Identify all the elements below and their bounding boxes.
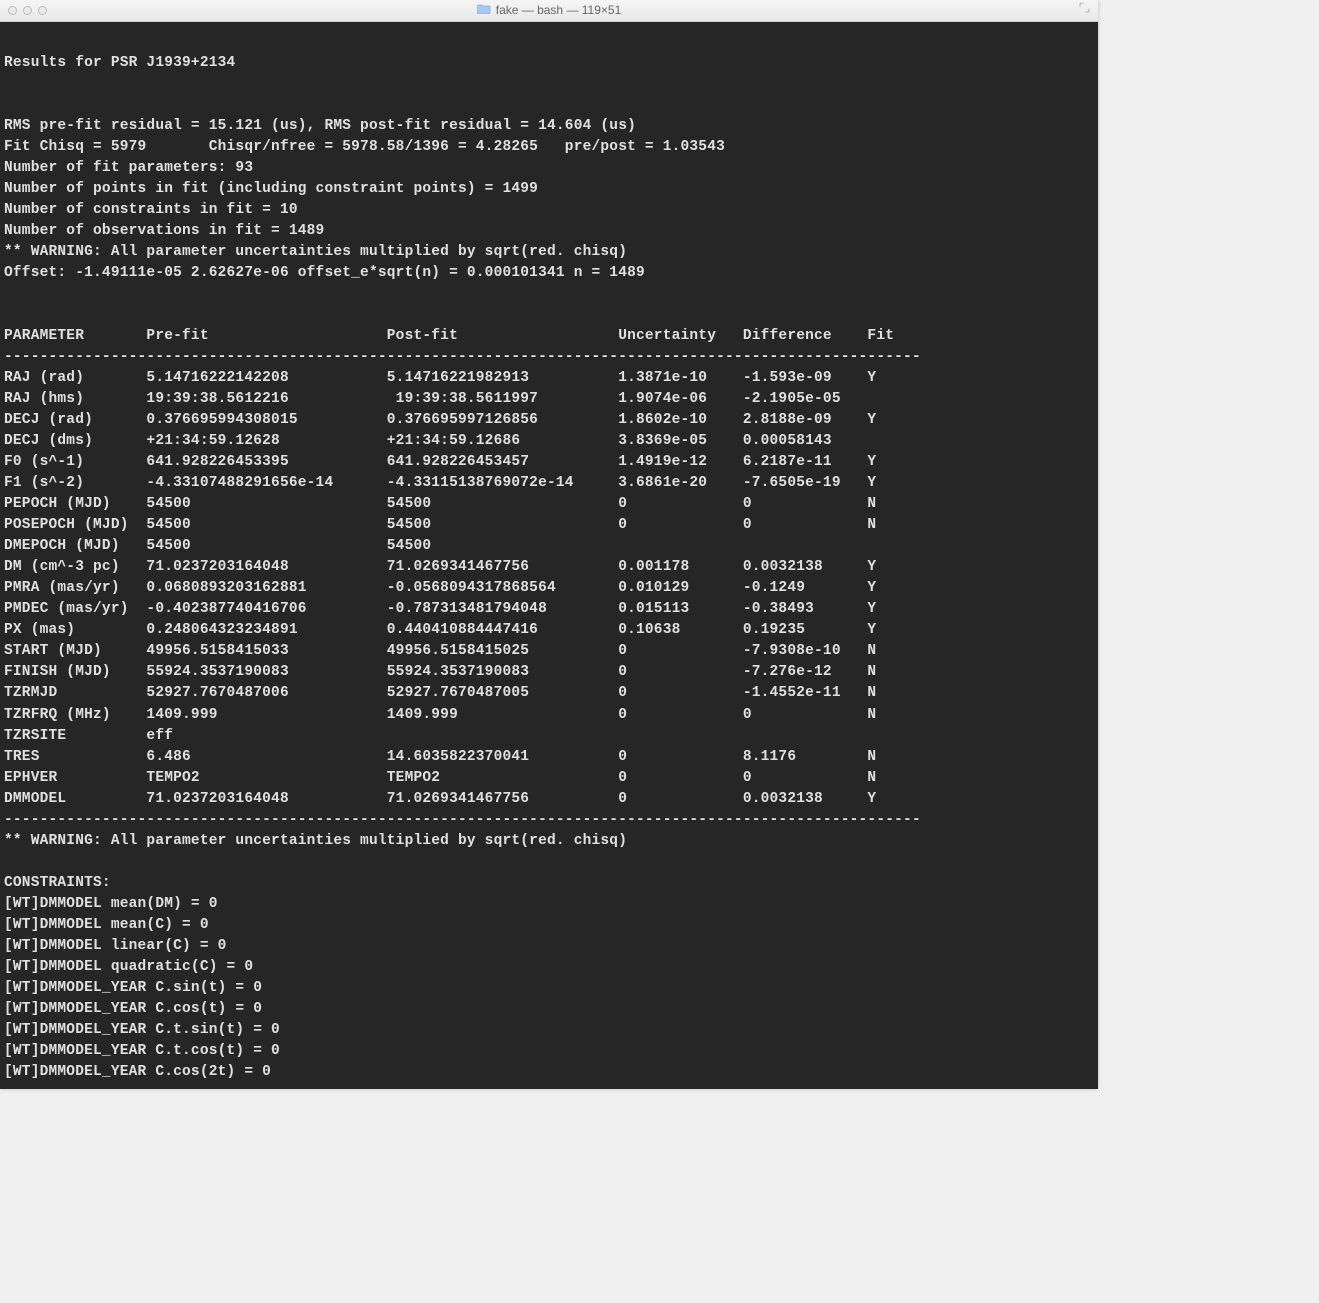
terminal-line — [4, 95, 1094, 116]
terminal-line: [WT]DMMODEL quadratic(C) = 0 — [4, 957, 1094, 978]
titlebar[interactable]: fake — bash — 119×51 — [0, 0, 1098, 22]
terminal-line: [WT]DMMODEL_YEAR C.t.cos(t) = 0 — [4, 1041, 1094, 1062]
terminal-line: TZRFRQ (MHz) 1409.999 1409.999 0 0 N — [4, 705, 1094, 726]
terminal-line: DECJ (dms) +21:34:59.12628 +21:34:59.126… — [4, 431, 1094, 452]
folder-icon — [477, 2, 491, 19]
terminal-line: CONSTRAINTS: — [4, 873, 1094, 894]
terminal-line: Number of fit parameters: 93 — [4, 158, 1094, 179]
terminal-line: START (MJD) 49956.5158415033 49956.51584… — [4, 641, 1094, 662]
terminal-line: DM (cm^-3 pc) 71.0237203164048 71.026934… — [4, 557, 1094, 578]
terminal-line: [WT]DMMODEL linear(C) = 0 — [4, 936, 1094, 957]
titlebar-title: fake — bash — 119×51 — [0, 2, 1098, 19]
terminal-content[interactable]: Results for PSR J1939+2134 RMS pre-fit re… — [0, 22, 1098, 1089]
terminal-line: PX (mas) 0.248064323234891 0.44041088444… — [4, 620, 1094, 641]
terminal-line: RAJ (rad) 5.14716222142208 5.14716221982… — [4, 368, 1094, 389]
terminal-line — [4, 284, 1094, 305]
window-title-text: fake — bash — 119×51 — [496, 2, 622, 19]
minimize-icon[interactable] — [23, 6, 32, 15]
terminal-line — [4, 32, 1094, 53]
terminal-line: PEPOCH (MJD) 54500 54500 0 0 N — [4, 494, 1094, 515]
terminal-line: [WT]DMMODEL_YEAR C.t.sin(t) = 0 — [4, 1020, 1094, 1041]
terminal-line: Offset: -1.49111e-05 2.62627e-06 offset_… — [4, 263, 1094, 284]
terminal-line: [WT]DMMODEL mean(C) = 0 — [4, 915, 1094, 936]
terminal-line: Number of observations in fit = 1489 — [4, 221, 1094, 242]
terminal-line: TRES 6.486 14.6035822370041 0 8.1176 N — [4, 747, 1094, 768]
terminal-line: PMDEC (mas/yr) -0.402387740416706 -0.787… — [4, 599, 1094, 620]
terminal-line — [4, 305, 1094, 326]
terminal-window: fake — bash — 119×51 Results for PSR J19… — [0, 0, 1098, 1089]
terminal-line: FINISH (MJD) 55924.3537190083 55924.3537… — [4, 662, 1094, 683]
terminal-line: DMMODEL 71.0237203164048 71.026934146775… — [4, 789, 1094, 810]
terminal-line: RAJ (hms) 19:39:38.5612216 19:39:38.5611… — [4, 389, 1094, 410]
terminal-line: Fit Chisq = 5979 Chisqr/nfree = 5978.58/… — [4, 137, 1094, 158]
terminal-line: F1 (s^-2) -4.33107488291656e-14 -4.33115… — [4, 473, 1094, 494]
terminal-line: DMEPOCH (MJD) 54500 54500 — [4, 536, 1094, 557]
terminal-line: TZRMJD 52927.7670487006 52927.7670487005… — [4, 683, 1094, 704]
terminal-line: EPHVER TEMPO2 TEMPO2 0 0 N — [4, 768, 1094, 789]
terminal-line: Number of points in fit (including const… — [4, 179, 1094, 200]
close-icon[interactable] — [8, 6, 17, 15]
window-controls — [8, 6, 47, 15]
terminal-line: DECJ (rad) 0.376695994308015 0.376695997… — [4, 410, 1094, 431]
terminal-line: PARAMETER Pre-fit Post-fit Uncertainty D… — [4, 326, 1094, 347]
terminal-line: [WT]DMMODEL mean(DM) = 0 — [4, 894, 1094, 915]
terminal-line: ** WARNING: All parameter uncertainties … — [4, 831, 1094, 852]
terminal-line: ** WARNING: All parameter uncertainties … — [4, 242, 1094, 263]
terminal-line: [WT]DMMODEL_YEAR C.cos(2t) = 0 — [4, 1062, 1094, 1083]
terminal-line: [WT]DMMODEL_YEAR C.cos(t) = 0 — [4, 999, 1094, 1020]
terminal-line: ----------------------------------------… — [4, 810, 1094, 831]
terminal-line: RMS pre-fit residual = 15.121 (us), RMS … — [4, 116, 1094, 137]
terminal-line: F0 (s^-1) 641.928226453395 641.928226453… — [4, 452, 1094, 473]
terminal-line — [4, 74, 1094, 95]
fullscreen-icon[interactable] — [1079, 2, 1090, 19]
terminal-line — [4, 852, 1094, 873]
zoom-icon[interactable] — [38, 6, 47, 15]
terminal-line: POSEPOCH (MJD) 54500 54500 0 0 N — [4, 515, 1094, 536]
terminal-line: [WT]DMMODEL_YEAR C.sin(t) = 0 — [4, 978, 1094, 999]
terminal-line: Number of constraints in fit = 10 — [4, 200, 1094, 221]
terminal-line: ----------------------------------------… — [4, 347, 1094, 368]
terminal-line: Results for PSR J1939+2134 — [4, 53, 1094, 74]
terminal-line: TZRSITE eff — [4, 726, 1094, 747]
terminal-line: PMRA (mas/yr) 0.0680893203162881 -0.0568… — [4, 578, 1094, 599]
